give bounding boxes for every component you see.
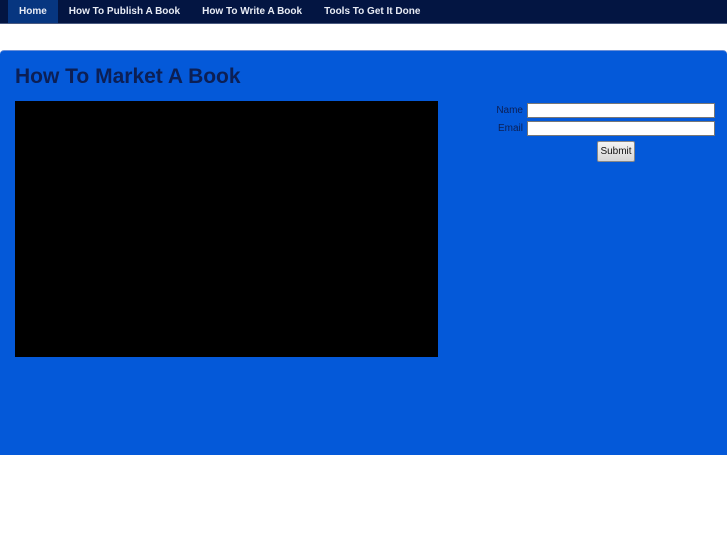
page-title: How To Market A Book	[15, 65, 241, 88]
nav-write[interactable]: How To Write A Book	[191, 0, 313, 23]
signup-form: Name Email Submit	[490, 103, 715, 162]
video-player[interactable]	[15, 101, 438, 357]
top-nav: Home How To Publish A Book How To Write …	[0, 0, 727, 24]
nav-home[interactable]: Home	[8, 0, 58, 23]
email-input[interactable]	[527, 121, 715, 136]
submit-button[interactable]: Submit	[597, 141, 635, 162]
email-label: Email	[497, 123, 523, 134]
nav-tools[interactable]: Tools To Get It Done	[313, 0, 431, 23]
name-label: Name	[496, 105, 523, 116]
name-input[interactable]	[527, 103, 715, 118]
nav-publish[interactable]: How To Publish A Book	[58, 0, 191, 23]
content-panel: How To Market A Book Name Email Submit	[0, 50, 727, 455]
